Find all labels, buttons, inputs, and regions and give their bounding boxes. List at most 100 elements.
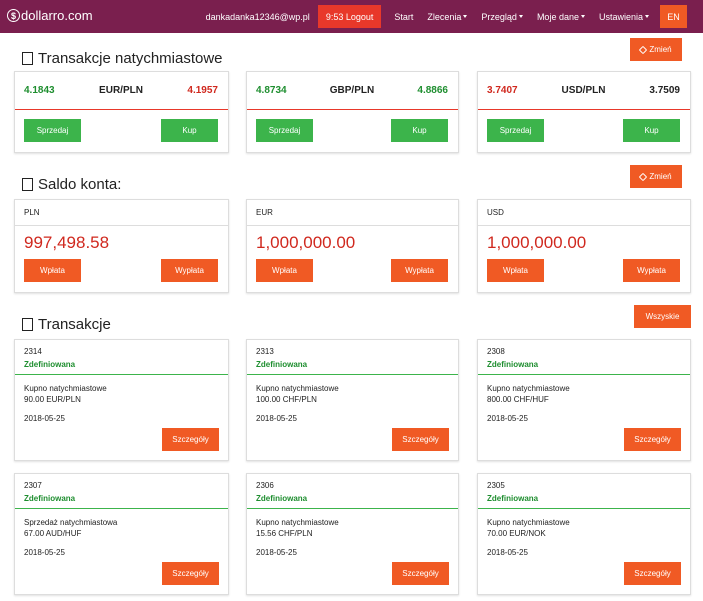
transaction-date: 2018-05-25 <box>256 548 297 557</box>
transaction-status: Zdefiniowana <box>15 356 228 375</box>
bid-rate: 4.8734 <box>256 85 287 96</box>
rate-card-gbp: 4.8734 GBP/PLN 4.8866 Sprzedaj Kup <box>246 71 459 153</box>
transaction-id: 2314 <box>24 347 42 356</box>
transaction-date: 2018-05-25 <box>487 414 528 423</box>
transaction-date: 2018-05-25 <box>24 414 65 423</box>
transaction-status: Zdefiniowana <box>478 490 690 509</box>
details-button[interactable]: Szczegóły <box>392 428 449 451</box>
transaction-status: Zdefiniowana <box>15 490 228 509</box>
transaction-date: 2018-05-25 <box>256 414 297 423</box>
logout-button[interactable]: 9:53 Logout <box>317 5 382 28</box>
rate-row: 4.8734 GBP/PLN 4.8866 <box>247 72 458 110</box>
transaction-card: 2313 Zdefiniowana Kupno natychmiastowe 1… <box>246 339 459 461</box>
all-transactions-button[interactable]: Wszyskie <box>634 305 691 328</box>
section-title-instant: Transakcje natychmiastowe <box>22 50 223 67</box>
transaction-id: 2308 <box>487 347 505 356</box>
ask-rate: 3.7509 <box>649 85 680 96</box>
details-button[interactable]: Szczegóły <box>624 562 681 585</box>
currency-pair: USD/PLN <box>561 85 606 96</box>
sell-button[interactable]: Sprzedaj <box>256 119 313 142</box>
rate-row: 4.1843 EUR/PLN 4.1957 <box>15 72 228 110</box>
details-button[interactable]: Szczegóły <box>392 562 449 585</box>
details-button[interactable]: Szczegóły <box>162 428 219 451</box>
transaction-type: Kupno natychmiastowe <box>256 384 339 393</box>
ask-rate: 4.8866 <box>417 85 448 96</box>
balance-currency: PLN <box>15 200 228 226</box>
buy-button[interactable]: Kup <box>391 119 448 142</box>
bid-rate: 4.1843 <box>24 85 55 96</box>
user-email: dankadanka12346@wp.pl <box>205 11 310 22</box>
balance-change-button[interactable]: Zmień <box>630 165 682 188</box>
language-button[interactable]: EN <box>660 5 687 28</box>
section-title-balance: Saldo konta: <box>22 176 121 193</box>
withdraw-button[interactable]: Wypłata <box>161 259 218 282</box>
transaction-amount: 100.00 CHF/PLN <box>256 395 317 404</box>
transaction-type: Kupno natychmiastowe <box>487 384 570 393</box>
transaction-id: 2305 <box>487 481 505 490</box>
balance-amount: 1,000,000.00 <box>487 233 587 252</box>
transaction-amount: 800.00 CHF/HUF <box>487 395 549 404</box>
nav-item-moje-dane[interactable]: Moje dane <box>537 12 585 22</box>
withdraw-button[interactable]: Wypłata <box>391 259 448 282</box>
deposit-button[interactable]: Wpłata <box>256 259 313 282</box>
balance-card-usd: USD 1,000,000.00 Wpłata Wypłata <box>477 199 691 293</box>
transaction-date: 2018-05-25 <box>24 548 65 557</box>
nav-item-zlecenia[interactable]: Zlecenia <box>427 12 468 22</box>
top-navbar: $ dollarro.com dankadanka12346@wp.pl 9:5… <box>0 0 703 33</box>
deposit-button[interactable]: Wpłata <box>24 259 81 282</box>
ask-rate: 4.1957 <box>187 85 218 96</box>
caret-down-icon <box>580 15 585 18</box>
rate-card-usd: 3.7407 USD/PLN 3.7509 Sprzedaj Kup <box>477 71 691 153</box>
transaction-card: 2308 Zdefiniowana Kupno natychmiastowe 8… <box>477 339 691 461</box>
balance-card-eur: EUR 1,000,000.00 Wpłata Wypłata <box>246 199 459 293</box>
dollar-icon: $ <box>7 9 20 22</box>
transaction-type: Kupno natychmiastowe <box>24 384 107 393</box>
sell-button[interactable]: Sprzedaj <box>24 119 81 142</box>
brand-logo[interactable]: $ dollarro.com <box>7 8 93 23</box>
transaction-id: 2313 <box>256 347 274 356</box>
balance-amount: 997,498.58 <box>24 233 110 252</box>
transaction-type: Kupno natychmiastowe <box>256 518 339 527</box>
exchange-icon <box>22 52 33 65</box>
transaction-card: 2305 Zdefiniowana Kupno natychmiastowe 7… <box>477 473 691 595</box>
transaction-id: 2306 <box>256 481 274 490</box>
nav-item-przeglad[interactable]: Przegląd <box>481 12 523 22</box>
section-title-transactions: Transakcje <box>22 316 111 333</box>
buy-button[interactable]: Kup <box>161 119 218 142</box>
buy-button[interactable]: Kup <box>623 119 680 142</box>
transaction-card: 2314 Zdefiniowana Kupno natychmiastowe 9… <box>14 339 229 461</box>
transaction-amount: 90.00 EUR/PLN <box>24 395 81 404</box>
transaction-amount: 15.56 CHF/PLN <box>256 529 313 538</box>
currency-pair: EUR/PLN <box>99 85 143 96</box>
details-button[interactable]: Szczegóły <box>162 562 219 585</box>
currency-pair: GBP/PLN <box>329 85 375 96</box>
instant-change-button[interactable]: Zmień <box>630 38 682 61</box>
rate-row: 3.7407 USD/PLN 3.7509 <box>478 72 690 110</box>
transaction-type: Sprzedaż natychmiastowa <box>24 518 118 527</box>
transaction-status: Zdefiniowana <box>247 490 458 509</box>
balance-currency: USD <box>478 200 690 226</box>
document-icon <box>22 318 33 331</box>
nav-item-start[interactable]: Start <box>394 12 413 22</box>
transaction-amount: 70.00 EUR/NOK <box>487 529 546 538</box>
nav-item-ustawienia[interactable]: Ustawienia <box>599 12 649 22</box>
caret-down-icon <box>645 15 649 18</box>
details-button[interactable]: Szczegóły <box>624 428 681 451</box>
transaction-id: 2307 <box>24 481 42 490</box>
balance-currency: EUR <box>247 200 458 226</box>
transaction-date: 2018-05-25 <box>487 548 528 557</box>
transaction-status: Zdefiniowana <box>247 356 458 375</box>
rate-card-eur: 4.1843 EUR/PLN 4.1957 Sprzedaj Kup <box>14 71 229 153</box>
bid-rate: 3.7407 <box>487 85 518 96</box>
deposit-button[interactable]: Wpłata <box>487 259 544 282</box>
wallet-icon <box>22 178 33 191</box>
transaction-card: 2306 Zdefiniowana Kupno natychmiastowe 1… <box>246 473 459 595</box>
balance-amount: 1,000,000.00 <box>256 233 356 252</box>
nav-right: dankadanka12346@wp.pl 9:53 Logout Start … <box>206 0 687 33</box>
balance-card-pln: PLN 997,498.58 Wpłata Wypłata <box>14 199 229 293</box>
sell-button[interactable]: Sprzedaj <box>487 119 544 142</box>
transaction-amount: 67.00 AUD/HUF <box>24 529 82 538</box>
pencil-icon <box>639 172 648 181</box>
caret-down-icon <box>463 15 468 18</box>
withdraw-button[interactable]: Wypłata <box>623 259 680 282</box>
